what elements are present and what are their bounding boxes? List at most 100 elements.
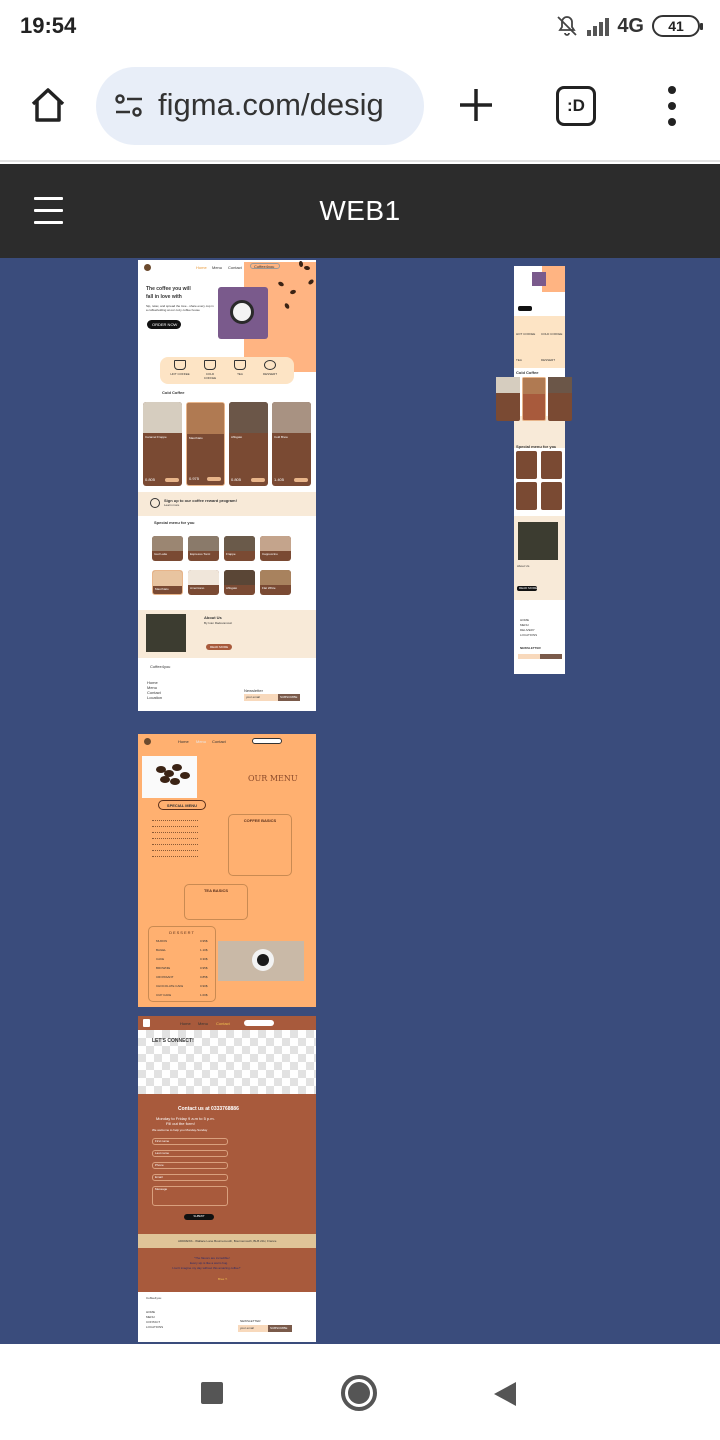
card-button[interactable]: [294, 478, 308, 482]
category-dessert[interactable]: DESSERT: [260, 360, 280, 376]
special-menu-card[interactable]: Cappuccino: [260, 536, 291, 561]
newsletter-email-input[interactable]: your email: [238, 1325, 268, 1332]
signup-learn-more[interactable]: Learn more: [164, 503, 204, 508]
nav-home-link[interactable]: Home: [178, 739, 192, 744]
dessert-item: CUP CAKE: [156, 993, 172, 997]
cold-coffee-card[interactable]: Macchiato 0.975: [186, 402, 225, 486]
last-name-field[interactable]: Last name: [152, 1150, 228, 1157]
special-menu-card[interactable]: Affogato: [224, 570, 255, 595]
back-triangle-icon[interactable]: [494, 1382, 516, 1406]
coffee-basics-box: COFFEE BASICS: [228, 814, 292, 876]
read-more-button[interactable]: READ MORE: [206, 644, 232, 650]
mobile-special-card[interactable]: [516, 482, 537, 510]
mobile-read-more[interactable]: READ MORE: [517, 586, 537, 591]
floating-card[interactable]: [522, 377, 546, 421]
floating-cold-cards[interactable]: [496, 377, 574, 423]
site-settings-icon[interactable]: [114, 91, 144, 121]
recents-square-icon[interactable]: [201, 1382, 223, 1404]
menu-row-line: [152, 856, 198, 857]
floating-card[interactable]: [548, 377, 572, 421]
home-button[interactable]: [26, 83, 70, 127]
more-menu-icon[interactable]: [662, 86, 682, 126]
mobile-category-label[interactable]: HOT COFFEE: [516, 332, 540, 337]
contact-footer: Coffee4you HOME MENU CONTACT LOCATIONS N…: [138, 1292, 316, 1342]
mobile-category-label[interactable]: DESSERT: [541, 358, 565, 363]
home-icon: [31, 88, 65, 122]
message-field[interactable]: Message: [152, 1186, 228, 1206]
mobile-order-button[interactable]: [518, 306, 532, 311]
floating-card[interactable]: [496, 377, 520, 421]
special-menu-card[interactable]: Flat White: [260, 570, 291, 595]
cold-coffee-card[interactable]: Cold Brew 1.405: [272, 402, 311, 486]
card-title: Macchiato: [189, 436, 203, 440]
dessert-price: 0.85$: [200, 975, 208, 979]
nav-home-link[interactable]: Home: [180, 1021, 194, 1026]
special-menu-card[interactable]: Iced Latte: [152, 536, 183, 561]
card-title: Affogato: [231, 435, 243, 439]
order-now-button[interactable]: ORDER NOW: [147, 320, 181, 329]
frame-menu[interactable]: Home Menu Contact OUR MENU SPECIAL MENU …: [138, 734, 316, 1007]
search-input[interactable]: Coffee4you: [250, 263, 280, 269]
footer-link-location[interactable]: Location: [147, 695, 162, 700]
card-button[interactable]: [165, 478, 179, 482]
nav-contact-link[interactable]: Contact: [212, 739, 228, 744]
dessert-price: 1.00$: [200, 993, 208, 997]
nav-contact-link[interactable]: Contact: [228, 265, 242, 270]
frame-mobile[interactable]: HOT COFFEE COLD COFFEE TEA DESSERT Cold …: [514, 266, 565, 674]
newsletter-email-input[interactable]: your email: [244, 694, 278, 701]
mobile-special-card[interactable]: [516, 451, 537, 479]
nav-menu-link[interactable]: Menu: [198, 1021, 212, 1026]
special-menu-card[interactable]: Macchiato: [152, 570, 183, 595]
special-menu-card[interactable]: Americano: [188, 570, 219, 595]
dessert-item: BAGEL: [156, 948, 167, 952]
tea-basics-title: TEA BASICS: [203, 888, 229, 893]
cold-coffee-card[interactable]: Caramel Frappe 0.805: [143, 402, 182, 486]
new-tab-plus-icon[interactable]: [456, 85, 496, 125]
frame-home[interactable]: Home Menu Contact Coffee4you The coffee …: [138, 260, 316, 711]
nav-contact-link[interactable]: Contact: [216, 1021, 232, 1026]
cold-coffee-card[interactable]: Affogato 0.805: [229, 402, 268, 486]
mobile-subscribe-button[interactable]: [540, 654, 562, 659]
special-menu-card[interactable]: Espresso Tonic: [188, 536, 219, 561]
nav-menu-link[interactable]: Menu: [196, 739, 210, 744]
card-button[interactable]: [251, 478, 265, 482]
email-field[interactable]: Email: [152, 1174, 228, 1181]
frame-contact[interactable]: Home Menu Contact LET'S CONNECT! Contact…: [138, 1016, 316, 1342]
phone-field[interactable]: Phone: [152, 1162, 228, 1169]
nav-home-link[interactable]: Home: [196, 265, 210, 270]
search-input[interactable]: [252, 738, 282, 744]
mobile-newsletter-input[interactable]: [518, 654, 540, 659]
card-button[interactable]: [207, 477, 221, 481]
submit-button[interactable]: SUBMIT: [184, 1214, 214, 1220]
first-name-field[interactable]: First name: [152, 1138, 228, 1145]
coffee-cup-photo: [218, 941, 304, 981]
address-bar[interactable]: figma.com/desig: [96, 67, 424, 145]
tab-switcher-button[interactable]: :D: [556, 86, 596, 126]
footer-link-locations[interactable]: LOCATIONS: [146, 1325, 163, 1330]
our-menu-title: OUR MENU: [248, 774, 298, 783]
mobile-footer-link[interactable]: LOCATIONS: [520, 633, 537, 638]
mobile-about-title: About Us: [517, 564, 530, 568]
category-cold-coffee[interactable]: COLD COFFEE: [200, 360, 220, 380]
home-circle-icon[interactable]: [341, 1375, 377, 1411]
url-text[interactable]: figma.com/desig: [158, 87, 384, 123]
special-menu-card[interactable]: Frappe: [224, 536, 255, 561]
subscribe-button[interactable]: SUBSCRIBE: [268, 1325, 292, 1332]
mobile-category-label[interactable]: COLD COFFEE: [541, 332, 565, 337]
about-photo: [146, 614, 186, 652]
category-tea[interactable]: TEA: [230, 360, 250, 376]
badge-icon: [150, 498, 160, 508]
nav-menu-link[interactable]: Menu: [212, 265, 224, 270]
reward-signup-banner[interactable]: Sign up to our coffee reward program! Le…: [138, 492, 316, 516]
mobile-special-card[interactable]: [541, 451, 562, 479]
category-label: HOT COFFEE: [170, 372, 190, 376]
search-input[interactable]: [244, 1020, 274, 1026]
figma-canvas[interactable]: Home Menu Contact Coffee4you The coffee …: [0, 258, 720, 1344]
card-title: Caramel Frappe: [145, 435, 167, 439]
category-hot-coffee[interactable]: HOT COFFEE: [170, 360, 190, 376]
menu-row-line: [152, 832, 198, 833]
subscribe-button[interactable]: SUBSCRIBE: [278, 694, 300, 701]
mobile-special-card[interactable]: [541, 482, 562, 510]
mobile-category-label[interactable]: TEA: [516, 358, 540, 363]
category-label: COLD COFFEE: [203, 372, 217, 380]
